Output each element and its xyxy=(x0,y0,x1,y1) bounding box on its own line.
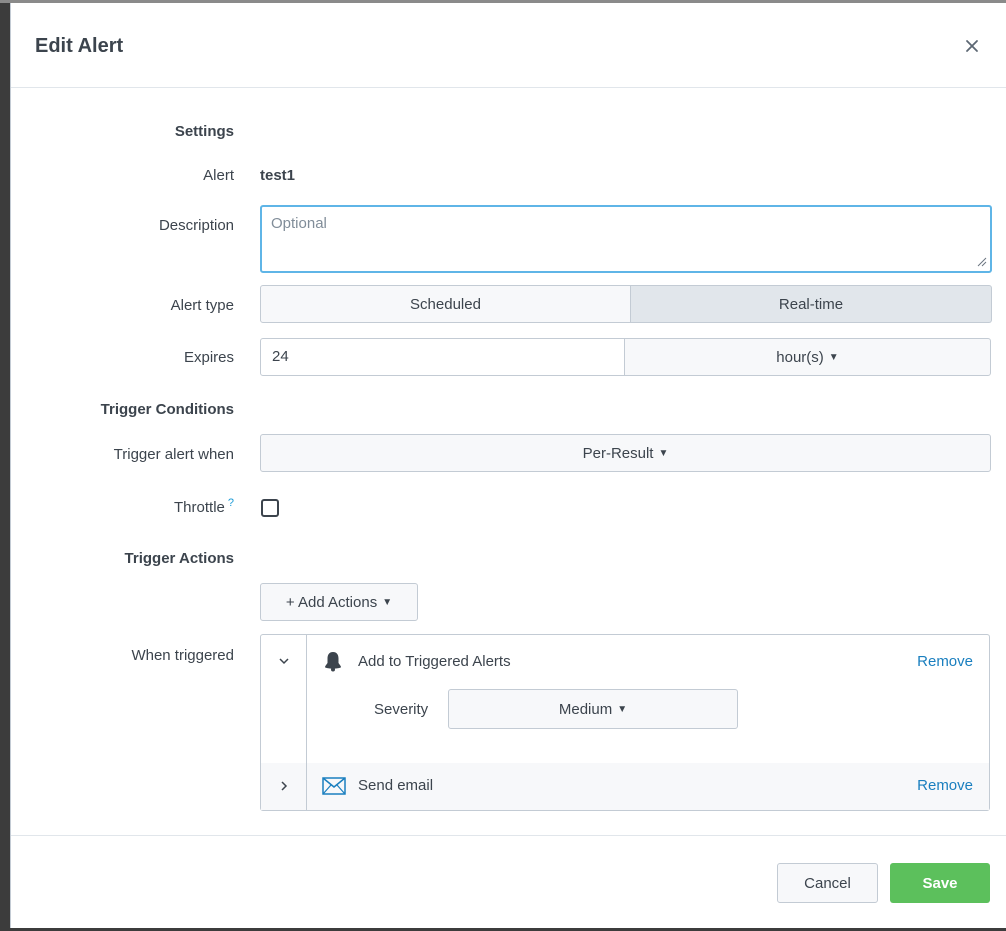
throttle-label: Throttle? xyxy=(174,497,234,516)
alert-type-toggle: Scheduled Real-time xyxy=(260,285,992,323)
bell-icon xyxy=(325,652,341,672)
alert-type-label: Alert type xyxy=(170,297,234,314)
action-name: Send email xyxy=(358,777,434,794)
close-icon[interactable] xyxy=(962,36,982,56)
severity-dropdown[interactable]: Medium ▼ xyxy=(448,689,738,729)
alert-type-scheduled-button[interactable]: Scheduled xyxy=(260,285,631,323)
dialog-title: Edit Alert xyxy=(35,35,124,57)
caret-down-icon: ▼ xyxy=(658,447,669,459)
alert-name-value: test1 xyxy=(260,167,296,184)
caret-down-icon: ▼ xyxy=(828,351,839,363)
when-triggered-label: When triggered xyxy=(131,647,234,664)
settings-section-label: Settings xyxy=(174,123,234,140)
alert-label: Alert xyxy=(203,167,234,184)
remove-action-link[interactable]: Remove xyxy=(917,653,973,670)
description-label: Description xyxy=(158,217,234,234)
caret-down-icon: ▼ xyxy=(382,596,393,608)
action-row-send-email: Send email Remove xyxy=(261,763,989,810)
caret-down-icon: ▼ xyxy=(617,703,628,715)
trigger-actions-section-label: Trigger Actions xyxy=(124,550,234,567)
expires-label: Expires xyxy=(183,349,234,366)
chevron-right-icon[interactable] xyxy=(277,779,291,793)
trigger-conditions-section-label: Trigger Conditions xyxy=(100,401,234,418)
help-icon[interactable]: ? xyxy=(228,497,234,509)
trigger-alert-when-label: Trigger alert when xyxy=(113,446,234,463)
dialog-footer: Cancel Save xyxy=(11,835,1006,929)
add-actions-label: + Add Actions xyxy=(285,593,378,611)
alert-type-realtime-button[interactable]: Real-time xyxy=(631,285,992,323)
resize-handle-icon[interactable] xyxy=(977,257,987,267)
severity-value: Medium xyxy=(558,700,613,718)
throttle-label-text: Throttle xyxy=(174,499,225,516)
envelope-icon xyxy=(322,777,346,795)
save-button[interactable]: Save xyxy=(890,863,990,903)
chevron-down-icon[interactable] xyxy=(277,654,291,668)
remove-action-link[interactable]: Remove xyxy=(917,777,973,794)
action-row-triggered-alerts: Add to Triggered Alerts Remove Severity … xyxy=(261,635,989,764)
expires-unit-dropdown[interactable]: hour(s) ▼ xyxy=(624,338,991,376)
trigger-condition-dropdown[interactable]: Per-Result ▼ xyxy=(260,434,991,472)
cancel-button[interactable]: Cancel xyxy=(777,863,878,903)
edit-alert-dialog: Edit Alert Settings Alert test1 Descript… xyxy=(10,3,1006,928)
throttle-checkbox[interactable] xyxy=(261,499,279,517)
trigger-condition-value: Per-Result xyxy=(582,444,654,462)
action-name: Add to Triggered Alerts xyxy=(358,653,511,670)
expires-input[interactable]: 24 xyxy=(260,338,625,376)
trigger-actions-list: Add to Triggered Alerts Remove Severity … xyxy=(260,634,990,811)
action-toggle-column xyxy=(261,763,307,810)
action-toggle-column xyxy=(261,635,307,763)
dialog-header: Edit Alert xyxy=(11,3,1006,88)
description-field[interactable] xyxy=(260,205,992,273)
add-actions-button[interactable]: + Add Actions ▼ xyxy=(260,583,418,621)
expires-unit-label: hour(s) xyxy=(776,348,824,366)
severity-label: Severity xyxy=(374,701,429,718)
